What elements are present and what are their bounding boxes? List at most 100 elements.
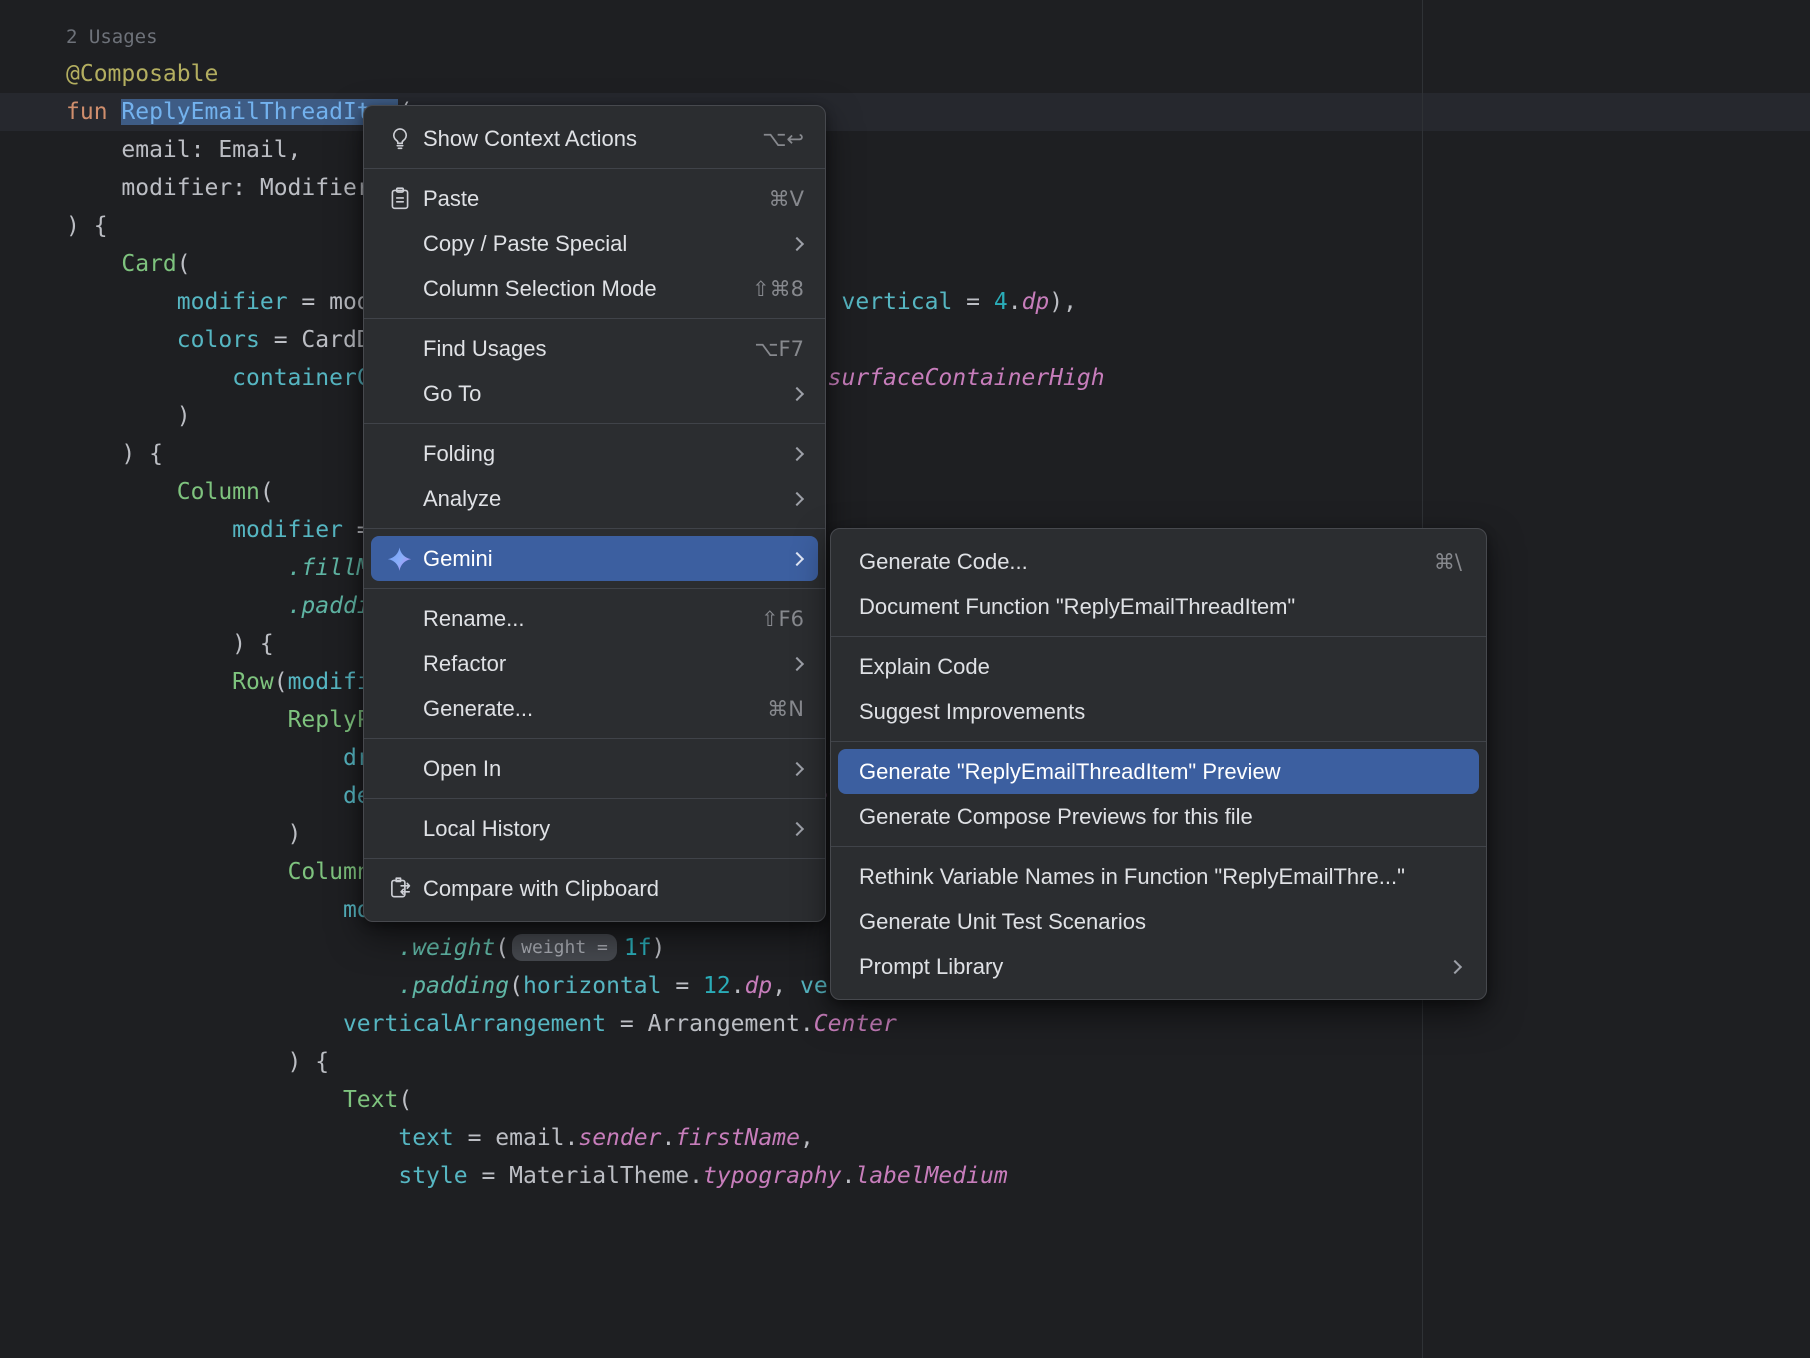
menu-item-label: Generate Compose Previews for this file: [859, 804, 1462, 830]
chevron-right-icon: [790, 656, 804, 670]
menu-item-generate-code[interactable]: Generate Code... ⌘\: [838, 539, 1479, 584]
code-line-3: fun ReplyEmailThreadItem(: [66, 93, 412, 131]
menu-item-label: Generate Code...: [859, 549, 1406, 575]
menu-item-refactor[interactable]: Refactor: [371, 641, 818, 686]
menu-item-analyze[interactable]: Analyze: [371, 476, 818, 521]
menu-item-prompt-library[interactable]: Prompt Library: [838, 944, 1479, 989]
code-token: dp: [745, 973, 773, 999]
code-line-23: Column(: [66, 853, 385, 891]
code-line-2: @Composable: [66, 55, 218, 93]
code-token: =: [952, 289, 994, 315]
code-token: [66, 707, 288, 733]
code-token: [66, 555, 288, 581]
menu-item-label: Document Function "ReplyEmailThreadItem": [859, 594, 1462, 620]
code-token: [66, 1011, 343, 1037]
code-token: (: [260, 479, 274, 505]
code-token: = Arrangement.: [606, 1011, 814, 1037]
code-token: .: [1008, 289, 1022, 315]
chevron-right-icon: [790, 551, 804, 565]
code-token: ): [652, 935, 666, 961]
menu-item-explain-code[interactable]: Explain Code: [838, 644, 1479, 689]
menu-item-local-history[interactable]: Local History: [371, 806, 818, 851]
code-token: [66, 289, 177, 315]
menu-item-rename[interactable]: Rename...⇧F6: [371, 596, 818, 641]
code-line-11: ): [66, 397, 191, 435]
code-line-4: email: Email,: [66, 131, 301, 169]
menu-item-generate-replyemailthreaditem-preview[interactable]: Generate "ReplyEmailThreadItem" Preview: [838, 749, 1479, 794]
menu-item-suggest-improvements[interactable]: Suggest Improvements: [838, 689, 1479, 734]
menu-item-folding[interactable]: Folding: [371, 431, 818, 476]
code-token: sender: [578, 1125, 661, 1151]
menu-separator: [364, 528, 825, 529]
code-token: [66, 973, 398, 999]
menu-separator: [364, 588, 825, 589]
menu-item-label: Generate...: [423, 696, 739, 722]
menu-item-gemini[interactable]: Gemini: [371, 536, 818, 581]
code-token: firstName: [675, 1125, 800, 1151]
code-token: verticalArrangement: [343, 1011, 606, 1037]
code-token: ,: [772, 973, 800, 999]
shortcut-hint: ⌘\: [1434, 550, 1462, 574]
code-token: ): [66, 403, 191, 429]
code-token: ) {: [66, 441, 163, 467]
code-token: 1f: [624, 935, 652, 961]
code-token: modifier: [232, 517, 343, 543]
code-token: Text: [343, 1087, 398, 1113]
code-token: Column: [177, 479, 260, 505]
menu-item-copy-paste-special[interactable]: Copy / Paste Special: [371, 221, 818, 266]
menu-item-document-function-replyemailthreaditem[interactable]: Document Function "ReplyEmailThreadItem": [838, 584, 1479, 629]
menu-item-open-in[interactable]: Open In: [371, 746, 818, 791]
menu-item-label: Generate Unit Test Scenarios: [859, 909, 1462, 935]
code-token: Center: [814, 1011, 897, 1037]
menu-item-label: Column Selection Mode: [423, 276, 724, 302]
menu-item-label: Prompt Library: [859, 954, 1422, 980]
lightbulb-icon: [386, 125, 413, 152]
code-line-12: ) {: [66, 435, 163, 473]
code-token: .padding: [398, 973, 509, 999]
menu-item-label: Gemini: [423, 546, 764, 572]
menu-item-column-selection-mode[interactable]: Column Selection Mode⇧⌘8: [371, 266, 818, 311]
menu-item-rethink-variable-names-in-function-replyemailthr[interactable]: Rethink Variable Names in Function "Repl…: [838, 854, 1479, 899]
code-line-28: ) {: [66, 1043, 329, 1081]
menu-item-label: Rename...: [423, 606, 733, 632]
usages-hint[interactable]: 2 Usages: [66, 26, 158, 48]
code-line-13: Column(: [66, 473, 274, 511]
menu-item-go-to[interactable]: Go To: [371, 371, 818, 416]
code-token: ): [66, 821, 301, 847]
code-token: [66, 1087, 343, 1113]
code-token: [66, 1125, 398, 1151]
code-token: vertical: [842, 289, 953, 315]
menu-item-generate-compose-previews-for-this-file[interactable]: Generate Compose Previews for this file: [838, 794, 1479, 839]
code-token: fun: [66, 99, 108, 125]
menu-item-label: Explain Code: [859, 654, 1462, 680]
code-line-1: 2 Usages: [66, 17, 158, 55]
menu-item-compare-with-clipboard[interactable]: Compare with Clipboard: [371, 866, 818, 911]
editor-context-menu: Show Context Actions⌥↩ Paste⌘VCopy / Past…: [363, 105, 826, 922]
menu-item-paste[interactable]: Paste⌘V: [371, 176, 818, 221]
code-token: [66, 1163, 398, 1189]
code-line-22: ): [66, 815, 301, 853]
parameter-name-inlay-hint[interactable]: weight =: [512, 934, 617, 961]
menu-separator: [364, 423, 825, 424]
menu-item-find-usages[interactable]: Find Usages⌥F7: [371, 326, 818, 371]
code-token: =: [661, 973, 703, 999]
code-token: (: [495, 935, 509, 961]
code-token: Card: [121, 251, 176, 277]
selected-identifier: ReplyEmailThreadItem: [121, 99, 398, 125]
menu-item-generate-unit-test-scenarios[interactable]: Generate Unit Test Scenarios: [838, 899, 1479, 944]
paste-icon: [386, 185, 413, 212]
code-token: [66, 897, 343, 923]
code-token: = email.: [454, 1125, 579, 1151]
menu-item-label: Generate "ReplyEmailThreadItem" Preview: [859, 759, 1462, 785]
chevron-right-icon: [790, 236, 804, 250]
code-token: [66, 327, 177, 353]
code-token: 4: [994, 289, 1008, 315]
code-token: style: [398, 1163, 467, 1189]
menu-item-show-context-actions[interactable]: Show Context Actions⌥↩: [371, 116, 818, 161]
code-token: .: [731, 973, 745, 999]
menu-item-label: Refactor: [423, 651, 764, 677]
code-token: ),: [1049, 289, 1077, 315]
code-token: (: [398, 1087, 412, 1113]
code-token: typography: [703, 1163, 841, 1189]
menu-item-generate[interactable]: Generate...⌘N: [371, 686, 818, 731]
